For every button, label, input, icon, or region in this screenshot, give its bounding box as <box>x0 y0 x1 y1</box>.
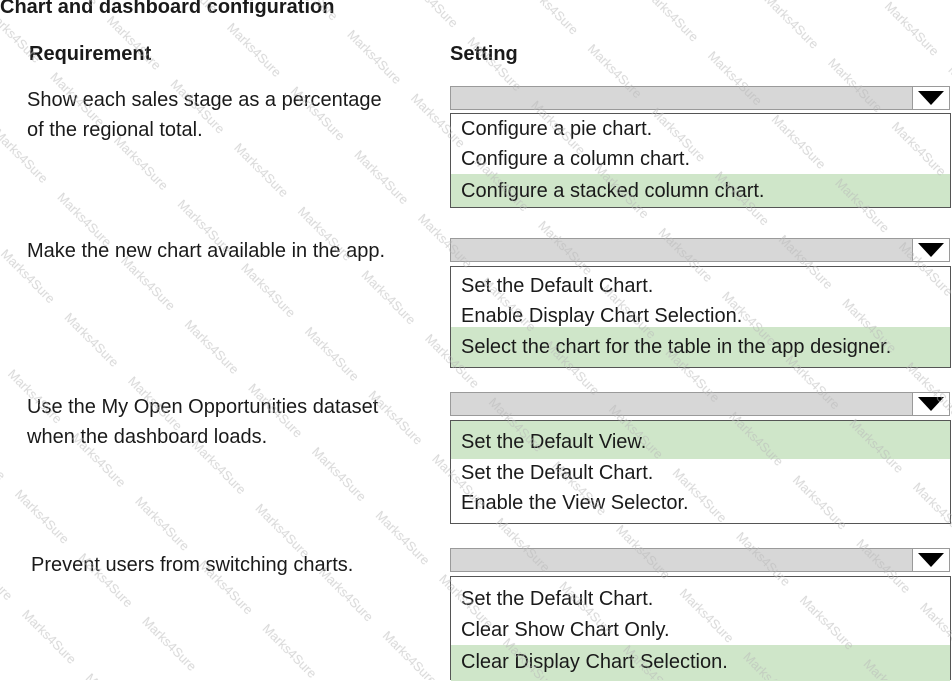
setting-dropdown-1[interactable] <box>450 86 950 110</box>
setting-dropdown-3[interactable] <box>450 392 950 416</box>
option-item[interactable]: Enable Display Chart Selection. <box>451 297 950 327</box>
chevron-down-icon <box>918 243 944 257</box>
dropdown-arrow-button[interactable] <box>912 549 949 571</box>
requirement-line: of the regional total. <box>27 119 203 141</box>
setting-dropdown-4[interactable] <box>450 548 950 572</box>
dropdown-arrow-button[interactable] <box>912 239 949 261</box>
options-list-4: Set the Default Chart. Clear Show Chart … <box>450 576 951 681</box>
chevron-down-icon <box>918 397 944 411</box>
option-item[interactable]: Configure a pie chart. <box>451 114 950 144</box>
option-item[interactable]: Enable the View Selector. <box>451 489 950 519</box>
option-item-selected[interactable]: Select the chart for the table in the ap… <box>451 327 950 367</box>
requirement-text-3: Use the My Open Opportunities dataset wh… <box>27 392 378 452</box>
option-item-selected[interactable]: Configure a stacked column chart. <box>451 174 950 207</box>
requirement-line: Show each sales stage as a percentage <box>27 89 382 111</box>
option-item[interactable]: Clear Show Chart Only. <box>451 615 950 645</box>
requirement-text-4: Prevent users from switching charts. <box>31 550 353 580</box>
option-item[interactable]: Set the Default Chart. <box>451 577 950 615</box>
option-item-selected[interactable]: Set the Default View. <box>451 421 950 459</box>
options-list-3: Set the Default View. Set the Default Ch… <box>450 420 951 524</box>
requirement-line: Make the new chart available in the app. <box>27 240 385 262</box>
option-item[interactable]: Set the Default Chart. <box>451 459 950 489</box>
requirement-text-2: Make the new chart available in the app. <box>27 236 385 266</box>
dropdown-arrow-button[interactable] <box>912 87 949 109</box>
setting-header: Setting <box>450 43 518 65</box>
requirement-header: Requirement <box>29 43 152 65</box>
dropdown-arrow-button[interactable] <box>912 393 949 415</box>
requirement-line: Prevent users from switching charts. <box>31 554 354 576</box>
chevron-down-icon <box>918 91 944 105</box>
options-list-1: Configure a pie chart. Configure a colum… <box>450 113 951 208</box>
requirement-text-1: Show each sales stage as a percentage of… <box>27 85 382 145</box>
requirement-line: Use the My Open Opportunities dataset <box>27 396 379 418</box>
options-list-2: Set the Default Chart. Enable Display Ch… <box>450 266 951 368</box>
option-item-selected[interactable]: Clear Display Chart Selection. <box>451 645 950 681</box>
option-item[interactable]: Configure a column chart. <box>451 144 950 174</box>
requirement-line: when the dashboard loads. <box>27 426 268 448</box>
setting-dropdown-2[interactable] <box>450 238 950 262</box>
chevron-down-icon <box>918 553 944 567</box>
page-title: Chart and dashboard configuration <box>0 0 335 18</box>
option-item[interactable]: Set the Default Chart. <box>451 267 950 297</box>
